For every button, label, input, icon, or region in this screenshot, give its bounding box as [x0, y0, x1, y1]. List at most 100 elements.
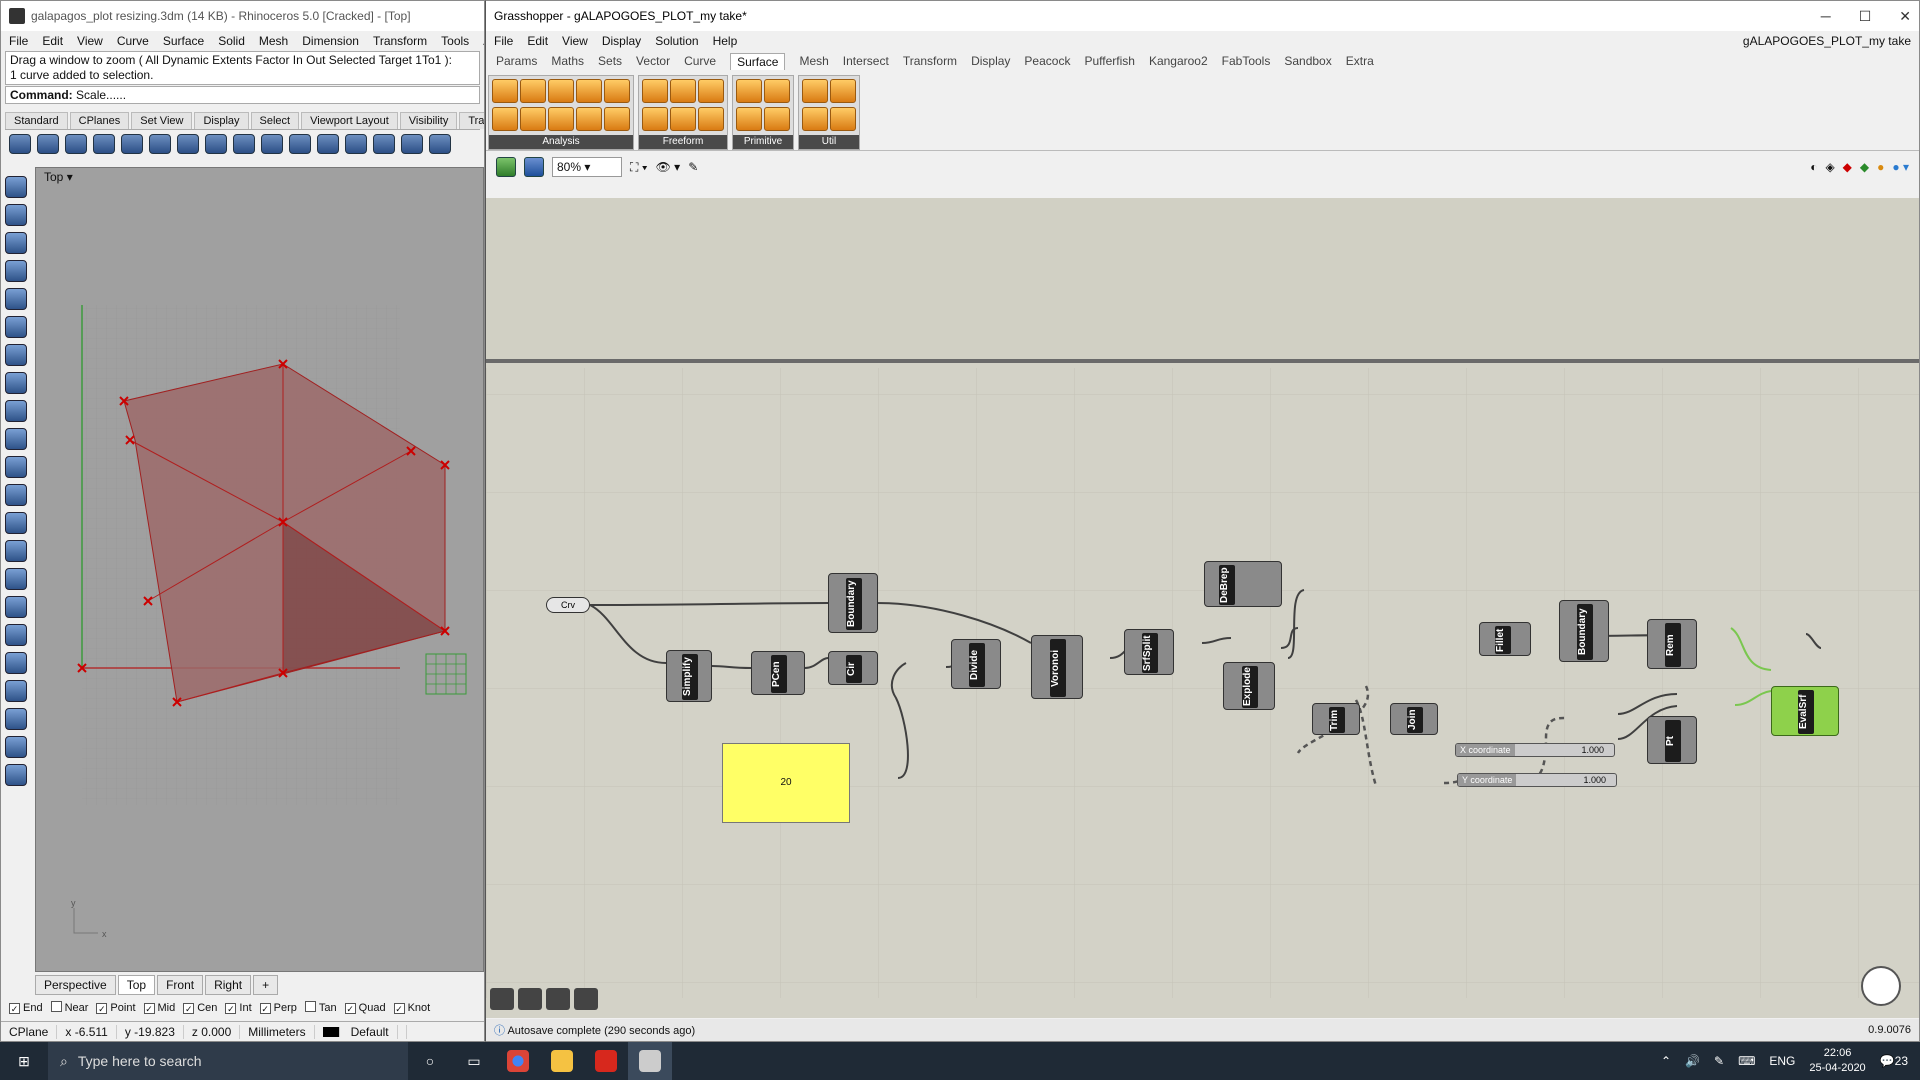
point-icon[interactable] [5, 204, 27, 226]
tab-front[interactable]: Front [157, 975, 204, 995]
curve-tool-icon[interactable] [65, 134, 87, 154]
solid-tool-icon[interactable] [233, 134, 255, 154]
cap-holes-icon[interactable] [802, 106, 828, 131]
tab-right[interactable]: Right [205, 975, 252, 995]
rhino-menu-transform[interactable]: Transform [373, 34, 427, 48]
surface-closest-icon[interactable] [604, 106, 630, 131]
notification-icon[interactable]: 💬23 [1880, 1054, 1908, 1068]
checkbox-icon[interactable]: ✓ [143, 1002, 155, 1014]
taskbar-search[interactable]: ⌕ Type here to search [48, 1042, 408, 1080]
extrude-icon[interactable] [5, 736, 27, 758]
pipe-icon[interactable] [5, 708, 27, 730]
rhino-menu-tools[interactable]: Tools [441, 34, 469, 48]
viewport-label[interactable]: Top ▾ [44, 170, 73, 184]
pcen-component[interactable]: PCen [751, 651, 805, 695]
group-util-label[interactable]: Util [799, 135, 859, 149]
voronoi-component[interactable]: Voronoi [1031, 635, 1083, 699]
gh-tab-transform[interactable]: Transform [903, 54, 957, 68]
curve-icon[interactable] [5, 288, 27, 310]
network-icon[interactable] [670, 106, 696, 131]
units[interactable]: Millimeters [240, 1024, 315, 1039]
language-indicator[interactable]: ENG [1769, 1054, 1795, 1068]
group-freeform-label[interactable]: Freeform [639, 135, 727, 149]
loft-icon[interactable] [642, 79, 668, 103]
checkbox-icon[interactable] [50, 1001, 62, 1012]
solid-tool-icon[interactable] [289, 134, 311, 154]
y-coordinate-slider[interactable]: Y coordinate 1.000 [1457, 773, 1617, 787]
point-in-brep-icon[interactable] [604, 79, 630, 103]
extrude-icon[interactable] [698, 79, 724, 103]
rhino-titlebar[interactable]: galapagos_plot resizing.3dm (14 KB) - Rh… [1, 1, 484, 31]
keyboard-icon[interactable]: ⌨ [1738, 1054, 1755, 1068]
gh-doc-name[interactable]: gALAPOGOES_PLOT_my take [1743, 34, 1911, 48]
divide-domain-icon[interactable] [830, 106, 856, 131]
gh-tab-mesh[interactable]: Mesh [799, 54, 828, 68]
boundary-component-2[interactable]: Boundary [1559, 600, 1609, 662]
gh-tab-curve[interactable]: Curve [684, 54, 716, 68]
gh-tab-intersect[interactable]: Intersect [843, 54, 889, 68]
gh-tab-sets[interactable]: Sets [598, 54, 622, 68]
gh-titlebar[interactable]: Grasshopper - gALAPOGOES_PLOT_my take* ─… [486, 1, 1919, 31]
gh-tab-surface[interactable]: Surface [730, 52, 786, 70]
layer-indicator[interactable]: Default [315, 1024, 407, 1039]
widget-icon[interactable] [546, 988, 570, 1010]
rail-revolve-icon[interactable] [698, 106, 724, 131]
group-analysis-label[interactable]: Analysis [489, 135, 633, 149]
rhino-tab-visibility[interactable]: Visibility [399, 112, 458, 129]
torus-icon[interactable] [5, 652, 27, 674]
osnap-perp[interactable]: ✓ Perp [259, 1002, 297, 1014]
polyline-icon[interactable] [5, 232, 27, 254]
rem-component[interactable]: Rem [1647, 619, 1697, 669]
close-icon[interactable]: ✕ [1899, 8, 1911, 25]
x-coordinate-slider[interactable]: X coordinate 1.000 [1455, 743, 1615, 757]
widget-icon[interactable] [490, 988, 514, 1010]
dimension-icon[interactable] [576, 79, 602, 103]
tab-top[interactable]: Top [117, 975, 156, 995]
srfsplit-component[interactable]: SrfSplit [1124, 629, 1174, 675]
rhino-tab-transform[interactable]: Transf [459, 112, 484, 129]
solid-tool-icon[interactable] [121, 134, 143, 154]
rhino-menu-curve[interactable]: Curve [117, 34, 149, 48]
widget-icon[interactable] [574, 988, 598, 1010]
rhino-menu-mesh[interactable]: Mesh [259, 34, 288, 48]
checkbox-icon[interactable]: ✓ [344, 1002, 356, 1014]
material-icon[interactable]: ● [1877, 160, 1884, 174]
maximize-icon[interactable]: ☐ [1859, 8, 1872, 25]
sweep-icon[interactable] [670, 79, 696, 103]
minimize-icon[interactable]: ─ [1821, 8, 1831, 25]
ellipsoid-icon[interactable] [5, 456, 27, 478]
gh-tab-maths[interactable]: Maths [551, 54, 584, 68]
solid-tool-icon[interactable] [261, 134, 283, 154]
save-icon[interactable] [524, 157, 544, 177]
brep-closest-icon[interactable] [548, 79, 574, 103]
rhino-menu-dimension[interactable]: Dimension [302, 34, 359, 48]
volume-icon[interactable] [520, 106, 546, 131]
gh-tab-extra[interactable]: Extra [1346, 54, 1374, 68]
arc-icon[interactable] [5, 316, 27, 338]
osnap-mid[interactable]: ✓ Mid [143, 1002, 175, 1014]
brep-join-icon[interactable] [802, 79, 828, 103]
number-panel[interactable]: 20 [722, 743, 850, 823]
gh-menu-view[interactable]: View [562, 34, 588, 48]
sketch-pen-icon[interactable]: ✎ [688, 160, 698, 174]
solid-tool-icon[interactable] [205, 134, 227, 154]
preview-eye-icon[interactable]: 👁 ▾ [656, 160, 681, 174]
offset-surface-icon[interactable] [830, 79, 856, 103]
explode-component[interactable]: Explode [1223, 662, 1275, 710]
pipe-icon[interactable] [5, 680, 27, 702]
truncated-cone-icon[interactable] [5, 568, 27, 590]
curve-tool-icon[interactable] [9, 134, 31, 154]
clock[interactable]: 22:06 25-04-2020 [1809, 1046, 1865, 1076]
plane-surface-icon[interactable] [736, 106, 762, 131]
rhino-menu-file[interactable]: File [9, 34, 28, 48]
checkbox-icon[interactable]: ✓ [96, 1002, 108, 1014]
transform-tool-icon[interactable] [345, 134, 367, 154]
gh-menu-help[interactable]: Help [713, 34, 738, 48]
rhino-taskbar-button[interactable] [628, 1042, 672, 1080]
pt-component[interactable]: Pt [1647, 716, 1697, 764]
chevron-up-icon[interactable]: ⌃ [1661, 1054, 1671, 1068]
simplify-component[interactable]: Simplify [666, 650, 712, 702]
globe-icon[interactable]: ● ▾ [1892, 160, 1909, 174]
gh-tab-params[interactable]: Params [496, 54, 537, 68]
add-viewport-tab-button[interactable]: + [253, 975, 279, 995]
